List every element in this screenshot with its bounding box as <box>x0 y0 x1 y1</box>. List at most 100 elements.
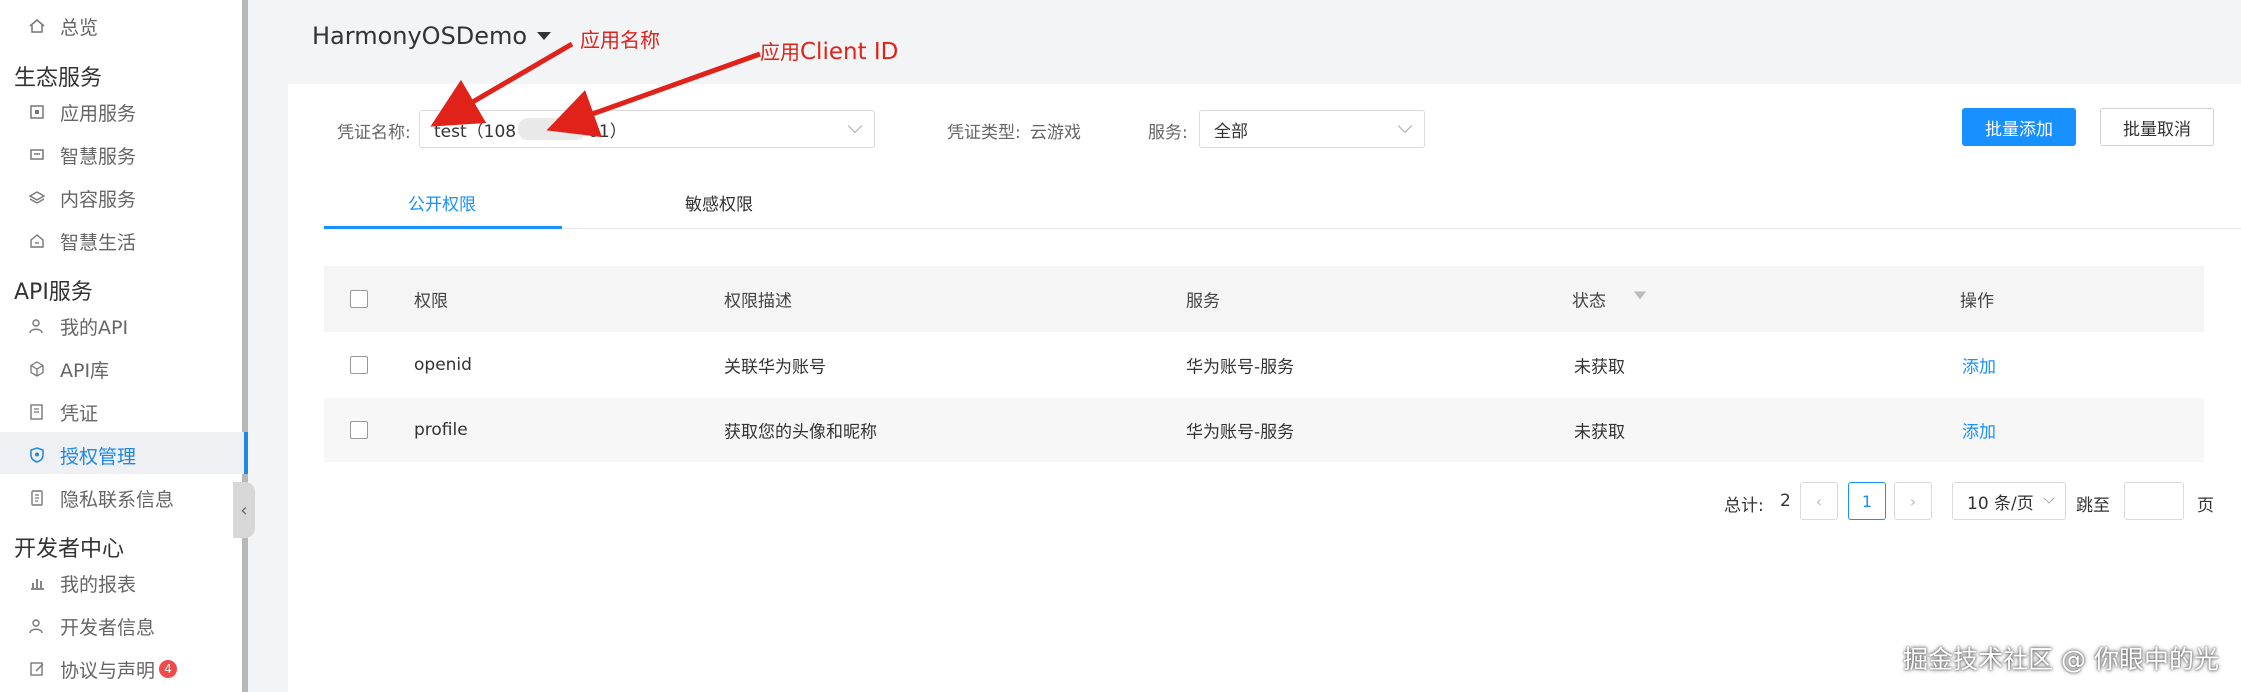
sidebar-group-developer: 开发者中心 <box>14 537 125 562</box>
sidebar: 总览 生态服务 应用服务 智慧服务 内容服务 智慧生活 API服务 我的API … <box>0 0 248 692</box>
sidebar-group-api: API服务 <box>14 280 93 305</box>
sidebar-item-label: 内容服务 <box>60 188 137 211</box>
filter-icon[interactable] <box>1634 291 1646 300</box>
annotation-client-id-text: Client ID <box>800 39 899 65</box>
table-header: 权限 权限描述 服务 状态 操作 <box>324 266 2204 332</box>
pagination-total-count: 2 <box>1780 491 1791 511</box>
chevron-down-icon <box>2043 492 2055 504</box>
column-header-status: 状态 <box>1572 287 1646 312</box>
sidebar-item-label: 开发者信息 <box>60 616 156 639</box>
smart-life-icon <box>26 230 48 252</box>
sidebar-item-label: 智慧服务 <box>60 145 137 168</box>
sidebar-item-my-api[interactable]: 我的API <box>26 306 128 346</box>
description-cell: 关联华为账号 <box>724 357 826 378</box>
column-header-status-label: 状态 <box>1572 291 1606 312</box>
layers-icon <box>26 187 48 209</box>
sidebar-item-label: API库 <box>60 359 110 382</box>
permission-cell: openid <box>414 355 472 375</box>
sidebar-item-app-service[interactable]: 应用服务 <box>26 92 136 132</box>
sidebar-item-my-reports[interactable]: 我的报表 <box>26 563 136 603</box>
sidebar-item-credentials[interactable]: 凭证 <box>26 392 98 432</box>
sidebar-item-label: 隐私联系信息 <box>60 488 175 511</box>
row-checkbox[interactable] <box>350 356 368 374</box>
batch-add-button[interactable]: 批量添加 <box>1962 108 2076 146</box>
credential-select[interactable]: test（108 01） <box>419 110 875 148</box>
redacted-blur <box>518 118 587 140</box>
status-cell: 未获取 <box>1574 422 1625 443</box>
service-select[interactable]: 全部 <box>1199 110 1425 148</box>
sidebar-item-content-service[interactable]: 内容服务 <box>26 178 136 218</box>
pagination-next-button[interactable]: › <box>1894 482 1932 520</box>
sidebar-item-api-library[interactable]: API库 <box>26 349 109 389</box>
sidebar-item-developer-info[interactable]: 开发者信息 <box>26 606 155 646</box>
credential-value-prefix: test（108 <box>434 121 517 142</box>
permission-cell: profile <box>414 420 468 440</box>
select-all-checkbox[interactable] <box>350 290 368 308</box>
credential-type-value: 云游戏 <box>1030 123 1081 143</box>
annotation-client-id: 应用Client ID <box>760 36 898 65</box>
app-selector[interactable]: HarmonyOSDemo <box>312 22 552 50</box>
sidebar-item-label: 智慧生活 <box>60 231 137 254</box>
pagination-prev-button[interactable]: ‹ <box>1800 482 1838 520</box>
sidebar-group-ecosystem: 生态服务 <box>14 66 103 91</box>
credential-label: 凭证名称: <box>337 123 411 143</box>
credential-icon <box>26 401 48 423</box>
tab-public-permissions[interactable]: 公开权限 <box>408 190 476 215</box>
sidebar-collapse-button[interactable]: ‹ <box>233 482 255 538</box>
shield-icon <box>26 444 48 466</box>
page-size-select[interactable]: 10 条/页 <box>1952 482 2066 520</box>
sidebar-item-privacy-contact[interactable]: 隐私联系信息 <box>26 478 174 518</box>
sidebar-item-label: 应用服务 <box>60 102 137 125</box>
bar-chart-icon <box>26 572 48 594</box>
table-row: profile 获取您的头像和昵称 华为账号-服务 未获取 添加 <box>324 398 2204 462</box>
chevron-left-icon: ‹ <box>240 499 248 521</box>
status-cell: 未获取 <box>1574 357 1625 378</box>
caret-down-icon <box>537 32 552 40</box>
pagination-page-button[interactable]: 1 <box>1848 482 1886 520</box>
user-icon <box>26 615 48 637</box>
service-value: 全部 <box>1214 121 1248 142</box>
add-permission-link[interactable]: 添加 <box>1962 353 1996 378</box>
sidebar-item-overview[interactable]: 总览 <box>26 6 98 46</box>
column-header-actions: 操作 <box>1960 291 1994 312</box>
sidebar-item-smart-life[interactable]: 智慧生活 <box>26 221 136 261</box>
sidebar-item-label: 我的API <box>60 316 129 339</box>
pagination-total-label: 总计: <box>1724 496 1764 516</box>
sidebar-item-label: 授权管理 <box>60 445 137 468</box>
watermark: 掘金技术社区 @ 你眼中的光 <box>1903 645 2219 674</box>
tab-sensitive-permissions[interactable]: 敏感权限 <box>685 190 753 215</box>
sidebar-item-smart-service[interactable]: 智慧服务 <box>26 135 136 175</box>
add-permission-link[interactable]: 添加 <box>1962 418 1996 443</box>
document-icon <box>26 487 48 509</box>
batch-cancel-button[interactable]: 批量取消 <box>2100 108 2214 146</box>
edit-icon <box>26 658 48 680</box>
notification-badge: 4 <box>159 660 178 678</box>
tab-active-indicator <box>324 226 562 229</box>
jump-page-input[interactable] <box>2124 482 2184 520</box>
sidebar-item-authorization[interactable]: 授权管理 <box>26 435 136 475</box>
sidebar-item-label: 总览 <box>60 16 99 39</box>
page-size-value: 10 条/页 <box>1967 493 2034 514</box>
service-label: 服务: <box>1148 123 1188 143</box>
row-checkbox[interactable] <box>350 421 368 439</box>
column-header-service: 服务 <box>1186 291 1220 312</box>
app-service-icon <box>26 101 48 123</box>
smart-service-icon <box>26 144 48 166</box>
chevron-left-icon: ‹ <box>1815 491 1823 511</box>
service-cell: 华为账号-服务 <box>1186 357 1295 378</box>
column-header-permission: 权限 <box>414 291 448 312</box>
credential-value-suffix: 01） <box>588 121 627 142</box>
table-row: openid 关联华为账号 华为账号-服务 未获取 添加 <box>324 333 2204 397</box>
description-cell: 获取您的头像和昵称 <box>724 422 877 443</box>
sidebar-item-label: 我的报表 <box>60 573 137 596</box>
sidebar-item-agreements[interactable]: 协议与声明 4 <box>26 649 178 689</box>
cube-icon <box>26 358 48 380</box>
sidebar-item-label: 凭证 <box>60 402 99 425</box>
annotation-client-id-prefix: 应用 <box>760 40 800 64</box>
chevron-down-icon <box>847 118 863 134</box>
home-icon <box>26 15 48 37</box>
service-cell: 华为账号-服务 <box>1186 422 1295 443</box>
jump-to-label: 跳至 <box>2076 496 2110 516</box>
tabs-divider <box>324 228 2241 229</box>
sidebar-item-label: 协议与声明 <box>60 659 156 682</box>
